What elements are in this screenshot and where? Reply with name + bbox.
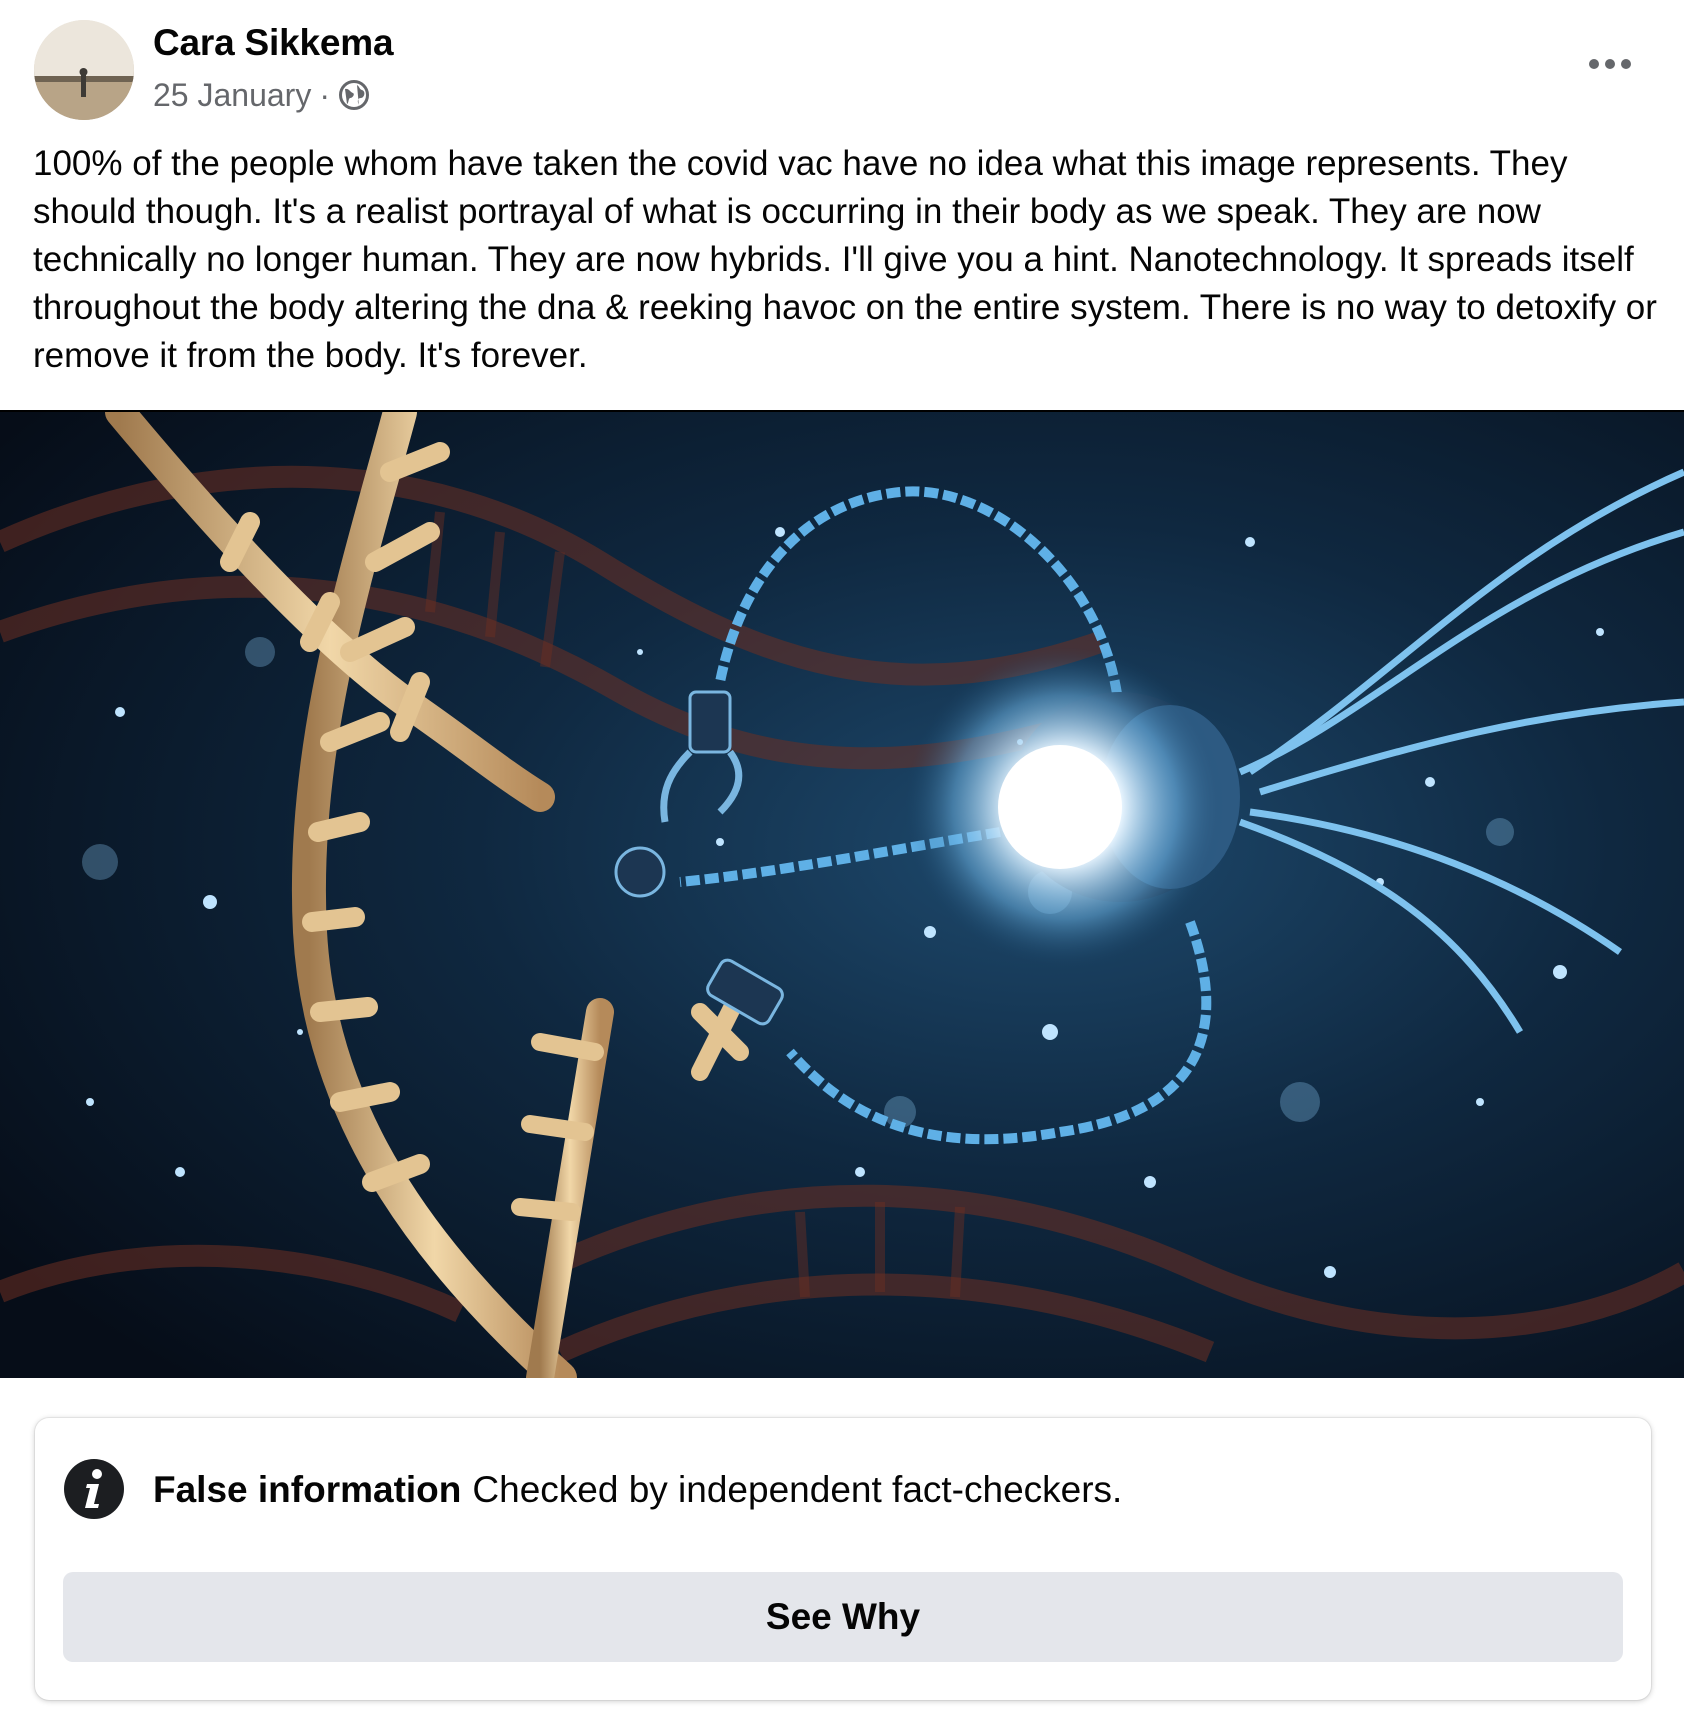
more-options-button[interactable]	[1578, 44, 1642, 84]
post-meta: 25 January ·	[153, 74, 370, 116]
post-image[interactable]	[0, 410, 1684, 1378]
false-information-label: False information	[153, 1469, 462, 1510]
nanobot-dna-illustration	[0, 412, 1684, 1378]
fact-check-message: False information Checked by independent…	[153, 1460, 1122, 1520]
post-header: Cara Sikkema 25 January ·	[0, 0, 1684, 130]
post-text: 100% of the people whom have taken the c…	[33, 144, 1657, 375]
avatar[interactable]	[34, 20, 134, 120]
author-name[interactable]: Cara Sikkema	[153, 22, 394, 64]
see-why-button[interactable]: See Why	[63, 1572, 1623, 1662]
meta-separator: ·	[319, 76, 330, 113]
fact-check-description: Checked by independent fact-checkers.	[472, 1469, 1123, 1510]
fact-check-card: False information Checked by independent…	[35, 1418, 1651, 1700]
post-date[interactable]: 25 January	[153, 77, 311, 114]
more-options-icon	[1589, 59, 1631, 69]
info-icon	[63, 1458, 125, 1520]
globe-icon[interactable]	[338, 79, 370, 111]
